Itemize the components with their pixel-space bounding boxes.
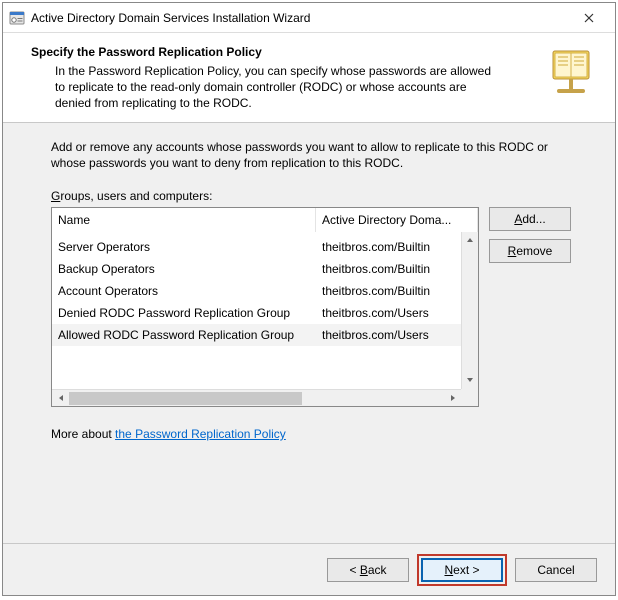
accounts-list[interactable]: Name Active Directory Doma... Server Ope… <box>51 207 479 407</box>
page-description: In the Password Replication Policy, you … <box>55 63 503 112</box>
list-item[interactable]: Backup Operators theitbros.com/Builtin <box>52 258 461 280</box>
page-heading: Specify the Password Replication Policy <box>31 45 535 59</box>
list-label: Groups, users and computers: <box>51 189 593 203</box>
wizard-header: Specify the Password Replication Policy … <box>3 33 615 123</box>
list-item[interactable]: Server Operators theitbros.com/Builtin <box>52 236 461 258</box>
scroll-thumb[interactable] <box>69 392 302 405</box>
remove-button[interactable]: Remove <box>489 239 571 263</box>
scroll-left-icon[interactable] <box>52 390 69 406</box>
wizard-footer: < Back Next > Cancel <box>3 543 615 595</box>
policy-link[interactable]: the Password Replication Policy <box>115 427 286 441</box>
scroll-right-icon[interactable] <box>444 390 461 406</box>
close-button[interactable] <box>567 4 611 32</box>
back-button[interactable]: < Back <box>327 558 409 582</box>
next-button[interactable]: Next > <box>421 558 503 582</box>
window-title: Active Directory Domain Services Install… <box>31 11 567 25</box>
list-header[interactable]: Name Active Directory Doma... <box>52 208 478 232</box>
instruction-text: Add or remove any accounts whose passwor… <box>51 139 571 171</box>
next-highlight: Next > <box>417 554 507 586</box>
vertical-scrollbar[interactable] <box>461 232 478 389</box>
column-name[interactable]: Name <box>52 208 316 232</box>
list-item[interactable]: Denied RODC Password Replication Group t… <box>52 302 461 324</box>
column-folder[interactable]: Active Directory Doma... <box>316 208 478 232</box>
book-icon <box>547 45 595 101</box>
app-icon <box>9 10 25 26</box>
list-item[interactable]: Allowed RODC Password Replication Group … <box>52 324 461 346</box>
scroll-up-icon[interactable] <box>462 232 478 249</box>
wizard-window: Active Directory Domain Services Install… <box>2 2 616 596</box>
horizontal-scrollbar[interactable] <box>52 389 478 406</box>
titlebar: Active Directory Domain Services Install… <box>3 3 615 33</box>
list-item[interactable]: Account Operators theitbros.com/Builtin <box>52 280 461 302</box>
wizard-body: Add or remove any accounts whose passwor… <box>3 123 615 543</box>
cancel-button[interactable]: Cancel <box>515 558 597 582</box>
scroll-down-icon[interactable] <box>462 372 478 389</box>
add-button[interactable]: Add... <box>489 207 571 231</box>
more-about: More about the Password Replication Poli… <box>51 427 593 441</box>
